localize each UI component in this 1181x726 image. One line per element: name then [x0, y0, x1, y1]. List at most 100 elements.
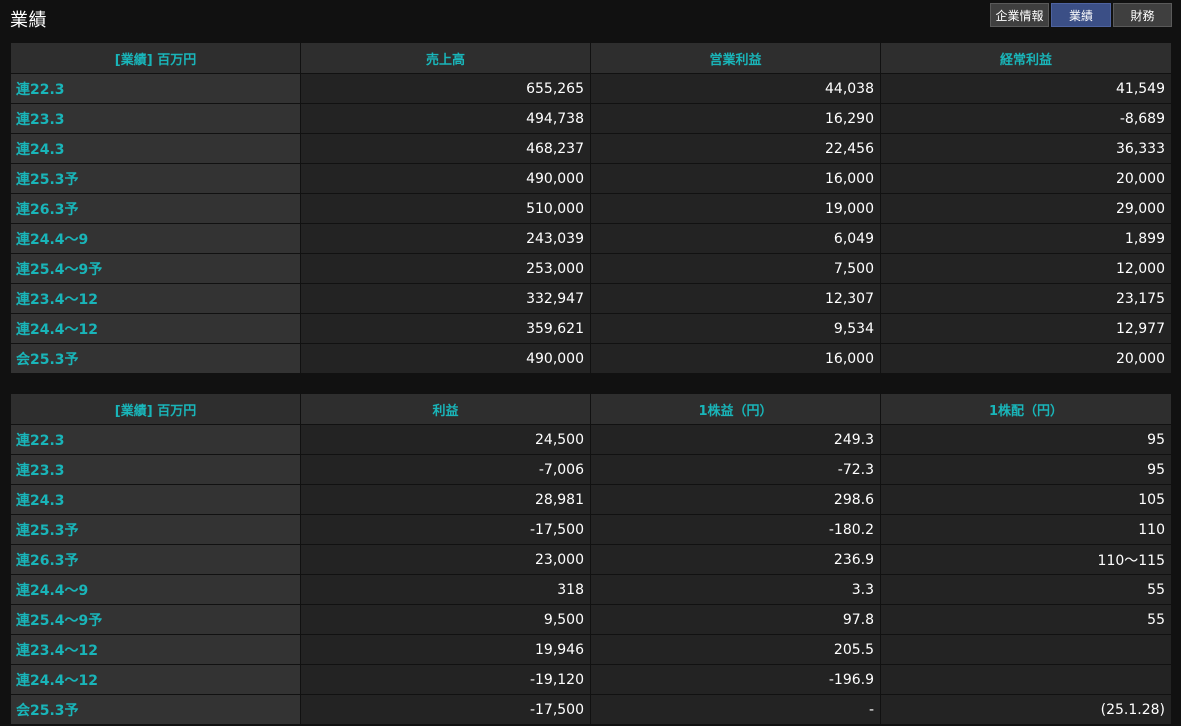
- row-value-1: 490,000: [300, 343, 591, 374]
- row-period-label: 連23.3: [10, 454, 301, 485]
- row-period-label: 会25.3予: [10, 343, 301, 374]
- table-row: 連24.4～12 359,621 9,534 12,977: [10, 313, 1172, 344]
- row-value-1: 9,500: [300, 604, 591, 635]
- table-row: 連23.4～12 19,946 205.5: [10, 634, 1172, 665]
- table-row: 会25.3予 490,000 16,000 20,000: [10, 343, 1172, 374]
- row-value-3: 110～115: [880, 544, 1172, 575]
- row-value-1: 468,237: [300, 133, 591, 164]
- row-value-3: 41,549: [880, 73, 1172, 104]
- row-period-label: 連22.3: [10, 424, 301, 455]
- row-period-label: 連24.4～12: [10, 664, 301, 695]
- row-value-2: 16,290: [590, 103, 881, 134]
- row-value-1: 510,000: [300, 193, 591, 224]
- tab-company-info[interactable]: 企業情報: [990, 3, 1049, 27]
- row-value-3: 23,175: [880, 283, 1172, 314]
- row-value-2: -196.9: [590, 664, 881, 695]
- row-value-1: 28,981: [300, 484, 591, 515]
- row-value-2: 9,534: [590, 313, 881, 344]
- row-value-3: [880, 634, 1172, 665]
- performance-table-upper: [業績] 百万円 売上高 営業利益 経常利益 連22.3 655,265 44,03…: [10, 42, 1172, 374]
- row-period-label: 連24.4～12: [10, 313, 301, 344]
- row-value-1: -17,500: [300, 514, 591, 545]
- table-row: 連25.3予 490,000 16,000 20,000: [10, 163, 1172, 194]
- row-value-3: 55: [880, 574, 1172, 605]
- row-value-2: 22,456: [590, 133, 881, 164]
- row-period-label: 連23.3: [10, 103, 301, 134]
- header-dividend: 1株配（円）: [880, 393, 1172, 425]
- row-value-1: 318: [300, 574, 591, 605]
- row-period-label: 連26.3予: [10, 193, 301, 224]
- table-header-row: [業績] 百万円 売上高 営業利益 経常利益: [10, 42, 1172, 74]
- row-value-1: 243,039: [300, 223, 591, 254]
- header-ordinary-profit: 経常利益: [880, 42, 1172, 74]
- row-value-1: -7,006: [300, 454, 591, 485]
- table-row: 連23.3 494,738 16,290 -8,689: [10, 103, 1172, 134]
- row-value-2: 19,000: [590, 193, 881, 224]
- row-value-2: 16,000: [590, 163, 881, 194]
- header-period: [業績] 百万円: [10, 393, 301, 425]
- row-period-label: 連24.3: [10, 133, 301, 164]
- performance-table-lower: [業績] 百万円 利益 1株益（円） 1株配（円） 連22.3 24,500 249…: [10, 393, 1172, 725]
- tab-bar: 企業情報 業績 財務: [990, 3, 1172, 27]
- row-value-2: -180.2: [590, 514, 881, 545]
- header-operating-profit: 営業利益: [590, 42, 881, 74]
- table-row: 連24.4～9 318 3.3 55: [10, 574, 1172, 605]
- row-value-3: 36,333: [880, 133, 1172, 164]
- row-value-2: 205.5: [590, 634, 881, 665]
- row-period-label: 連24.3: [10, 484, 301, 515]
- table-row: 連25.3予 -17,500 -180.2 110: [10, 514, 1172, 545]
- row-value-2: 236.9: [590, 544, 881, 575]
- table-row: 連24.3 468,237 22,456 36,333: [10, 133, 1172, 164]
- table-row: 連26.3予 23,000 236.9 110～115: [10, 544, 1172, 575]
- row-value-3: 12,977: [880, 313, 1172, 344]
- row-value-3: 110: [880, 514, 1172, 545]
- table-row: 会25.3予 -17,500- (25.1.28): [10, 694, 1172, 725]
- header-eps: 1株益（円）: [590, 393, 881, 425]
- header-net-profit: 利益: [300, 393, 591, 425]
- row-value-2: 249.3: [590, 424, 881, 455]
- table-row: 連25.4～9予 253,000 7,500 12,000: [10, 253, 1172, 284]
- row-value-2: 298.6: [590, 484, 881, 515]
- row-value-2: 16,000: [590, 343, 881, 374]
- tab-performance[interactable]: 業績: [1051, 3, 1111, 27]
- table-row: 連23.4～12 332,947 12,307 23,175: [10, 283, 1172, 314]
- row-value-1: -17,500: [300, 694, 591, 725]
- row-value-3: 20,000: [880, 343, 1172, 374]
- table-header-row: [業績] 百万円 利益 1株益（円） 1株配（円）: [10, 393, 1172, 425]
- row-value-3: 20,000: [880, 163, 1172, 194]
- row-value-3: (25.1.28): [880, 694, 1172, 725]
- row-value-2: 7,500: [590, 253, 881, 284]
- row-value-1: 24,500: [300, 424, 591, 455]
- row-value-1: 253,000: [300, 253, 591, 284]
- row-value-3: 29,000: [880, 193, 1172, 224]
- row-value-3: 95: [880, 454, 1172, 485]
- row-value-1: 490,000: [300, 163, 591, 194]
- row-value-1: 19,946: [300, 634, 591, 665]
- row-period-label: 会25.3予: [10, 694, 301, 725]
- row-period-label: 連25.4～9予: [10, 604, 301, 635]
- row-value-2: -: [590, 694, 881, 725]
- row-value-2: 97.8: [590, 604, 881, 635]
- row-period-label: 連25.3予: [10, 163, 301, 194]
- row-value-3: 95: [880, 424, 1172, 455]
- table-row: 連23.3 -7,006 -72.3 95: [10, 454, 1172, 485]
- page-title: 業績: [10, 10, 47, 31]
- table-row: 連22.3 655,265 44,038 41,549: [10, 73, 1172, 104]
- row-period-label: 連25.4～9予: [10, 253, 301, 284]
- row-period-label: 連23.4～12: [10, 634, 301, 665]
- row-period-label: 連22.3: [10, 73, 301, 104]
- row-value-3: [880, 664, 1172, 695]
- row-value-3: 1,899: [880, 223, 1172, 254]
- row-period-label: 連24.4～9: [10, 223, 301, 254]
- table-row: 連24.3 28,981 298.6 105: [10, 484, 1172, 515]
- row-value-2: -72.3: [590, 454, 881, 485]
- row-period-label: 連23.4～12: [10, 283, 301, 314]
- row-value-1: -19,120: [300, 664, 591, 695]
- row-value-3: 105: [880, 484, 1172, 515]
- row-value-3: -8,689: [880, 103, 1172, 134]
- row-value-1: 332,947: [300, 283, 591, 314]
- row-value-1: 494,738: [300, 103, 591, 134]
- row-period-label: 連26.3予: [10, 544, 301, 575]
- tab-financials[interactable]: 財務: [1113, 3, 1172, 27]
- row-period-label: 連24.4～9: [10, 574, 301, 605]
